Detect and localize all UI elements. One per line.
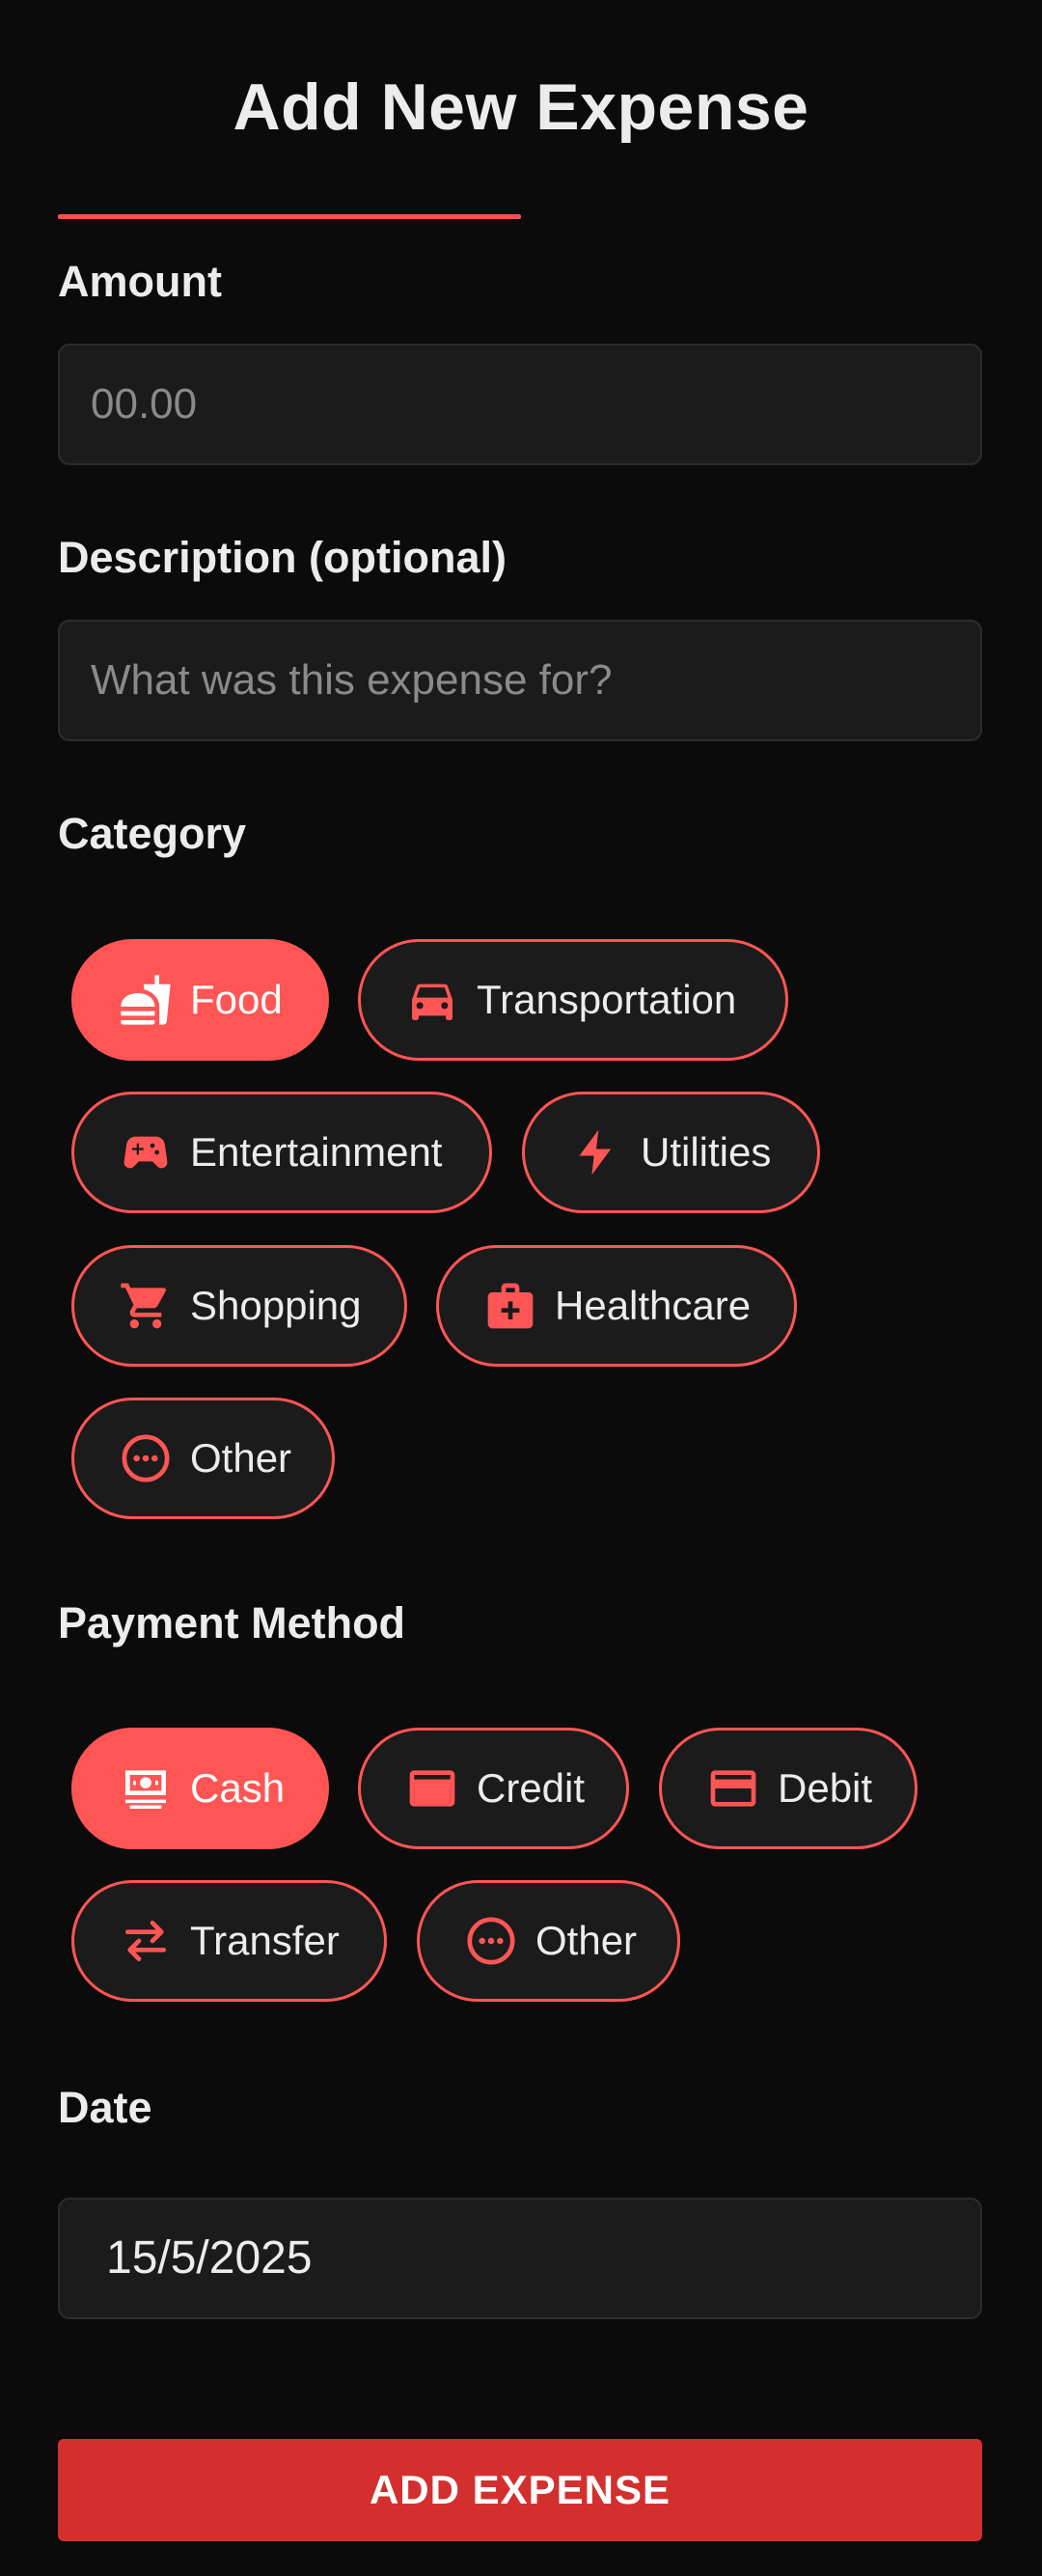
car-icon (403, 971, 461, 1029)
payment-chip-cash[interactable]: Cash (71, 1728, 329, 1849)
lightning-icon (567, 1123, 625, 1181)
more-horiz-circle-icon (117, 1429, 175, 1487)
payment-chip-transfer[interactable]: Transfer (71, 1880, 387, 2002)
date-field[interactable]: 15/5/2025 (58, 2198, 982, 2319)
debit-card-icon (704, 1759, 762, 1817)
payment-chip-debit[interactable]: Debit (659, 1728, 918, 1849)
category-chip-healthcare[interactable]: Healthcare (436, 1245, 797, 1367)
gamepad-icon (117, 1123, 175, 1181)
amount-label: Amount (58, 257, 222, 306)
shopping-cart-icon (117, 1277, 175, 1335)
more-horiz-circle-icon (462, 1912, 520, 1970)
category-chip-transportation[interactable]: Transportation (358, 939, 788, 1061)
description-label: Description (optional) (58, 533, 507, 582)
add-expense-screen: Add New Expense Amount Description (opti… (0, 0, 1042, 2576)
date-label: Date (58, 2083, 152, 2132)
cash-icon (117, 1759, 175, 1817)
transfer-icon (117, 1912, 175, 1970)
payment-method-label: Payment Method (58, 1598, 406, 1648)
medical-bag-icon (481, 1277, 539, 1335)
category-label: Category (58, 809, 247, 858)
payment-chip-credit[interactable]: Credit (358, 1728, 629, 1849)
category-chip-other[interactable]: Other (71, 1398, 335, 1519)
amount-field-container (58, 344, 982, 465)
add-expense-button[interactable]: ADD EXPENSE (58, 2439, 982, 2541)
payment-chip-other[interactable]: Other (417, 1880, 680, 2002)
category-chip-shopping[interactable]: Shopping (71, 1245, 407, 1367)
description-field-container (58, 620, 982, 741)
category-chip-food[interactable]: Food (71, 939, 329, 1061)
page-title: Add New Expense (233, 70, 809, 144)
fastfood-icon (117, 971, 175, 1029)
category-chip-entertainment[interactable]: Entertainment (71, 1092, 492, 1213)
date-value: 15/5/2025 (106, 2232, 313, 2284)
description-input[interactable] (60, 622, 980, 739)
amount-input[interactable] (60, 346, 980, 463)
category-chip-utilities[interactable]: Utilities (522, 1092, 820, 1213)
title-underline (58, 214, 521, 219)
credit-card-icon (403, 1759, 461, 1817)
